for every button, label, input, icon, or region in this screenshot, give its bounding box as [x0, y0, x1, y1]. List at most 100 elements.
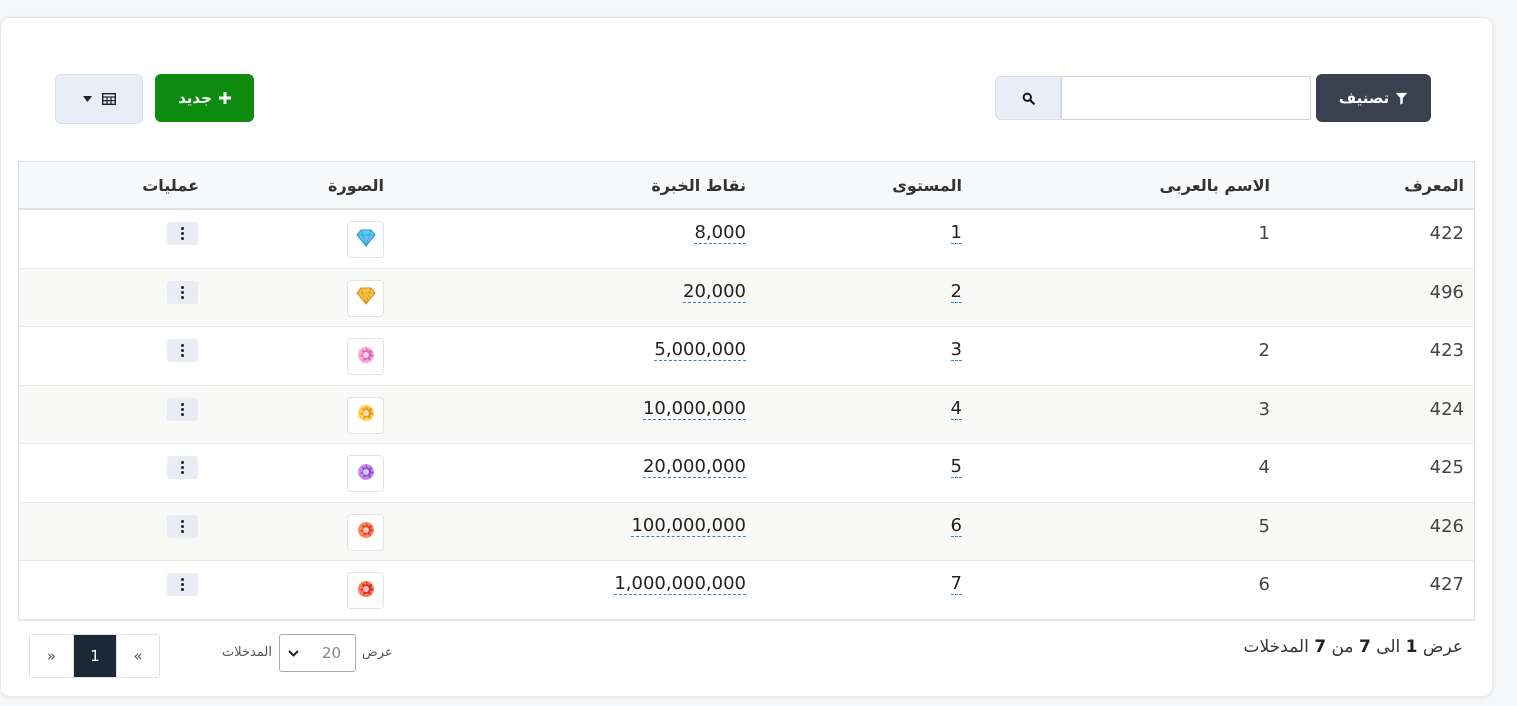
row-actions-button[interactable] [167, 339, 198, 362]
entries-summary: عرض 1 الى 7 من 7 المدخلات [1244, 637, 1463, 657]
badge-purple-icon [355, 461, 377, 487]
cell-name-ar: 6 [1258, 574, 1270, 595]
level-image[interactable] [347, 513, 384, 551]
page-length-entries-label: المدخلات [222, 645, 272, 660]
badge-gold-icon [355, 402, 377, 428]
row-actions-button[interactable] [167, 514, 198, 538]
kebab-dot [181, 407, 184, 411]
search-input[interactable] [1061, 76, 1311, 120]
summary-suffix: المدخلات [1243, 637, 1309, 657]
page-length-value: 20 [321, 644, 341, 662]
kebab-dot [181, 295, 184, 299]
badge-red-crown-icon [355, 578, 377, 604]
kebab-dot [181, 290, 184, 294]
levels-table: المعرف الاسم بالعربى المستوى نقاط الخبرة… [18, 161, 1475, 621]
badge-pink-icon [355, 344, 377, 370]
pagination-next[interactable]: » [30, 635, 73, 677]
page-length-select[interactable]: 20 [279, 634, 356, 672]
chevron-down-icon [288, 649, 299, 657]
summary-of-word: من [1331, 637, 1354, 657]
summary-from: 1 [1405, 637, 1418, 657]
level-image[interactable] [347, 338, 384, 375]
kebab-dot [181, 232, 184, 235]
add-new-button[interactable]: جديد [155, 74, 254, 122]
table-row: 496 2 20,000 [19, 268, 1474, 327]
cell-xp-link[interactable]: 100,000,000 [631, 515, 746, 537]
table-header: المعرف الاسم بالعربى المستوى نقاط الخبرة… [19, 162, 1474, 210]
page-length-show-label: عرض [362, 645, 393, 660]
cell-level-link[interactable]: 3 [950, 340, 962, 361]
cell-level-link[interactable]: 5 [950, 457, 962, 478]
table-row: 423 2 3 5,000,000 [19, 327, 1474, 386]
row-actions-button[interactable] [167, 280, 198, 304]
table-row: 422 1 1 8,000 [19, 210, 1474, 269]
kebab-dot [181, 285, 184, 289]
table-row: 425 4 5 20,000,000 [19, 444, 1474, 503]
kebab-dot [181, 524, 184, 528]
cell-name-ar: 1 [1258, 223, 1270, 244]
diamond-blue-icon [355, 228, 377, 252]
cell-id: 427 [1429, 574, 1464, 595]
kebab-dot [181, 578, 184, 581]
pagination-prev[interactable]: « [116, 635, 159, 677]
kebab-dot [181, 402, 184, 406]
cell-name-ar: 2 [1258, 340, 1270, 361]
level-image[interactable] [347, 455, 384, 492]
cell-xp-link[interactable]: 20,000,000 [642, 457, 746, 478]
header-image[interactable]: الصورة [328, 176, 384, 195]
search-button[interactable] [995, 76, 1061, 120]
pagination-page-1[interactable]: 1 [73, 635, 116, 677]
level-image[interactable] [347, 221, 384, 258]
kebab-dot [181, 227, 184, 230]
cell-xp-link[interactable]: 10,000,000 [642, 398, 746, 420]
kebab-dot [181, 519, 184, 523]
header-name-ar[interactable]: الاسم بالعربى [1160, 176, 1270, 195]
kebab-dot [181, 349, 184, 352]
cell-xp-link[interactable]: 20,000 [683, 281, 746, 303]
cell-id: 425 [1429, 457, 1464, 478]
filter-button[interactable]: تصنيف [1316, 74, 1431, 122]
cell-name-ar: 5 [1258, 515, 1270, 537]
cell-xp-link[interactable]: 8,000 [694, 223, 746, 244]
cell-level-link[interactable]: 7 [950, 574, 962, 595]
table-body: 422 1 1 8,000 496 2 20,000 423 2 3 5,000,000 424 3 4 1… [19, 210, 1474, 620]
cell-level-link[interactable]: 2 [950, 281, 962, 303]
table-row: 426 5 6 100,000,000 [19, 502, 1474, 561]
row-actions-button[interactable] [167, 222, 198, 245]
cell-level-link[interactable]: 6 [950, 515, 962, 537]
table-row: 427 6 7 1,000,000,000 [19, 561, 1474, 620]
cell-id: 426 [1429, 515, 1464, 537]
cell-level-link[interactable]: 4 [950, 398, 962, 420]
kebab-dot [181, 583, 184, 586]
cell-xp-link[interactable]: 5,000,000 [654, 340, 746, 361]
row-actions-button[interactable] [167, 397, 198, 421]
badge-red-icon [355, 519, 377, 545]
cell-xp-link[interactable]: 1,000,000,000 [614, 574, 746, 595]
kebab-dot [181, 461, 184, 464]
cell-id: 496 [1429, 281, 1464, 303]
row-actions-button[interactable] [167, 456, 198, 479]
header-xp[interactable]: نقاط الخبرة [651, 176, 746, 195]
summary-prefix: عرض [1422, 637, 1463, 657]
kebab-dot [181, 354, 184, 357]
header-level[interactable]: المستوى [892, 176, 962, 195]
level-image[interactable] [347, 279, 384, 317]
pagination: » 1 « [29, 634, 160, 678]
cell-level-link[interactable]: 1 [950, 223, 962, 244]
plus-icon [218, 92, 231, 104]
kebab-dot [181, 529, 184, 533]
summary-to-word: الى [1376, 637, 1401, 657]
table-row: 424 3 4 10,000,000 [19, 385, 1474, 444]
level-image[interactable] [347, 572, 384, 609]
cell-id: 422 [1429, 223, 1464, 244]
level-image[interactable] [347, 396, 384, 434]
cell-id: 424 [1429, 398, 1464, 420]
cell-name-ar: 3 [1258, 398, 1270, 420]
row-actions-button[interactable] [167, 573, 198, 596]
kebab-dot [181, 466, 184, 469]
table-icon [101, 93, 116, 105]
columns-toggle-button[interactable] [55, 74, 143, 124]
cell-id: 423 [1429, 340, 1464, 361]
header-id[interactable]: المعرف [1404, 176, 1464, 195]
header-operations: عمليات [142, 176, 199, 195]
